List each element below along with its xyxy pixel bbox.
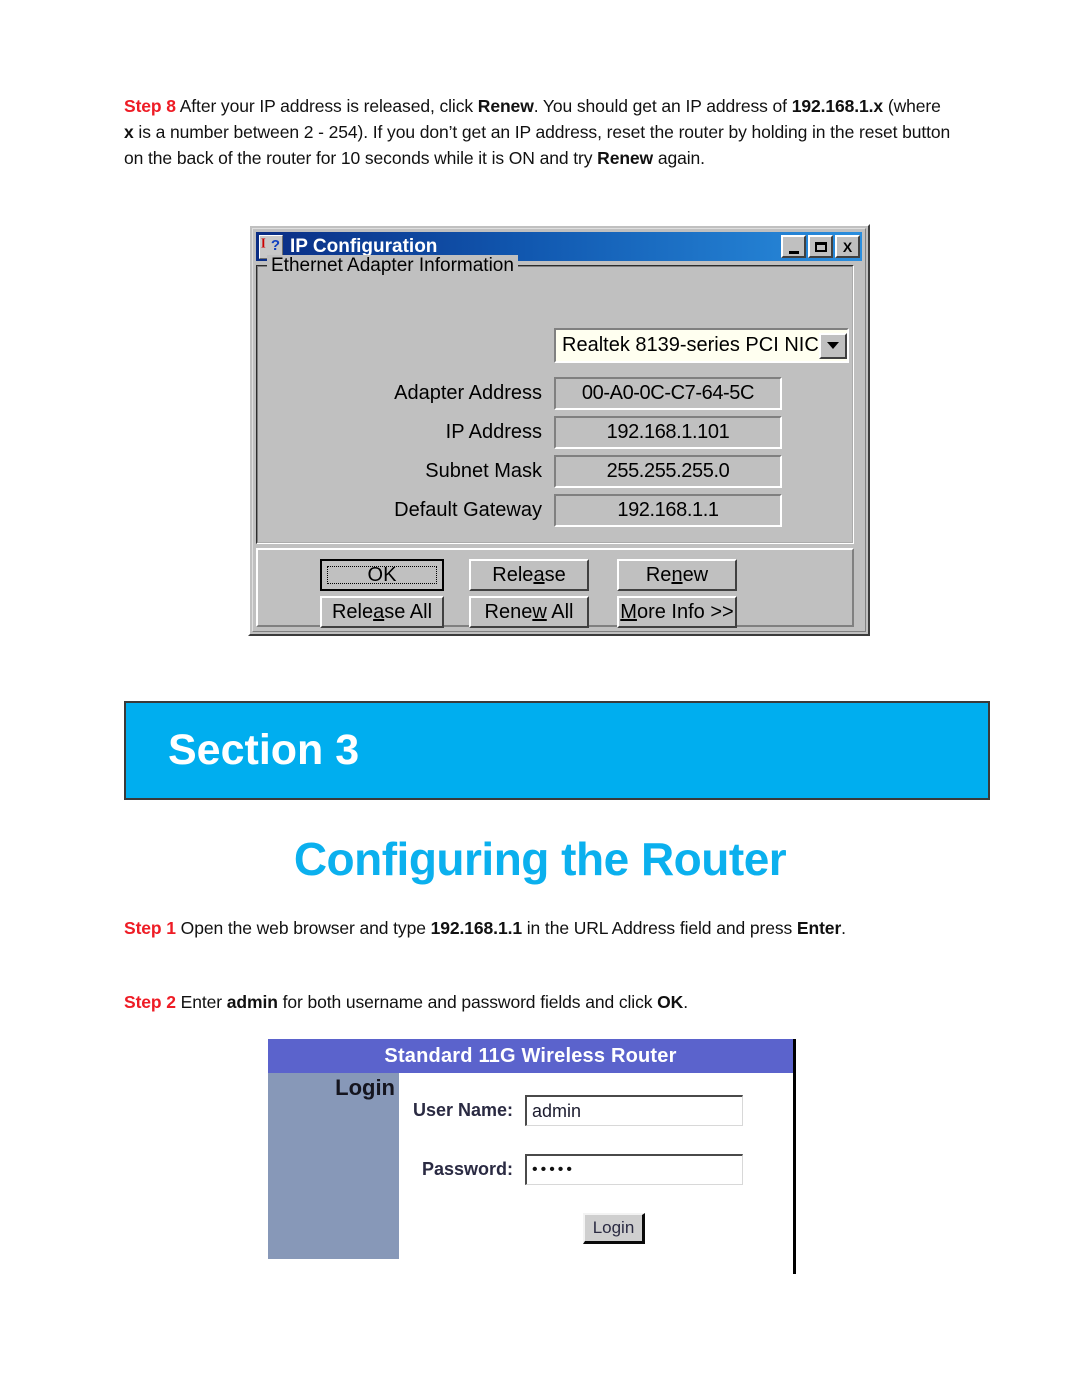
ethernet-adapter-groupbox: Ethernet Adapter Information Realtek 813… <box>256 255 854 544</box>
close-icon: X <box>842 238 853 255</box>
renew-button-label: Renew <box>645 563 709 586</box>
step8-x-var: x <box>124 122 134 142</box>
ip-configuration-dialog: I ? IP Configuration X Ethernet Adapter … <box>248 224 870 636</box>
release-all-button-label: Release All <box>331 600 433 623</box>
step1-label: Step 1 <box>124 918 176 938</box>
subnet-mask-value: 255.255.255.0 <box>554 455 782 488</box>
step2-label: Step 2 <box>124 992 176 1012</box>
step8-text-d: (where <box>883 96 941 116</box>
title-bar-buttons: X <box>781 235 860 258</box>
icon-question-mark: ? <box>270 236 280 254</box>
ok-button-focus-ring: OK <box>327 563 437 586</box>
step1-paragraph: Step 1 Open the web browser and type 192… <box>124 915 962 941</box>
renew-all-button[interactable]: Renew All <box>469 596 589 628</box>
sidebar-item-login[interactable]: Login <box>335 1075 395 1100</box>
step1-text-a: Open the web browser and type <box>175 918 431 938</box>
field-row-ip-address: IP Address 192.168.1.101 <box>314 416 849 449</box>
more-info-button-label: More Info >> <box>620 600 734 623</box>
step1-text-e: . <box>841 918 846 938</box>
adapter-select-value: Realtek 8139-series PCI NIC <box>562 334 819 356</box>
step8-text-f: again. <box>653 148 705 168</box>
router-body: Login User Name: admin Password: ••••• L… <box>268 1073 793 1259</box>
step1-ip: 192.168.1.1 <box>430 918 522 938</box>
maximize-button[interactable] <box>808 235 833 258</box>
router-login-panel: Standard 11G Wireless Router Login User … <box>268 1039 796 1274</box>
step8-renew-bold-2: Renew <box>597 148 654 168</box>
password-row: Password: ••••• <box>407 1154 743 1185</box>
release-all-button[interactable]: Release All <box>320 596 444 628</box>
adapter-select[interactable]: Realtek 8139-series PCI NIC <box>554 328 849 363</box>
adapter-address-value: 00-A0-0C-C7-64-5C <box>554 377 782 410</box>
dialog-inner-frame: I ? IP Configuration X Ethernet Adapter … <box>252 228 866 632</box>
release-button[interactable]: Release <box>469 559 589 591</box>
document-page: Step 8 After your IP address is released… <box>0 0 1080 1397</box>
router-login-form: User Name: admin Password: ••••• Login <box>399 1073 793 1259</box>
subnet-mask-label: Subnet Mask <box>425 460 542 482</box>
step2-text-e: . <box>683 992 688 1012</box>
router-sidebar: Login <box>268 1073 399 1259</box>
password-masked-value: ••••• <box>532 1161 576 1178</box>
step8-paragraph: Step 8 After your IP address is released… <box>124 93 952 171</box>
section-banner: Section 3 <box>124 701 990 800</box>
release-button-label: Release <box>492 563 566 586</box>
password-input[interactable]: ••••• <box>525 1154 743 1185</box>
maximize-icon <box>810 237 831 256</box>
step2-paragraph: Step 2 Enter admin for both username and… <box>124 989 962 1015</box>
step8-label: Step 8 <box>124 96 176 116</box>
minimize-button[interactable] <box>781 235 806 258</box>
step8-text-a: After your IP address is released, click <box>175 96 478 116</box>
section-banner-text: Section 3 <box>168 726 360 774</box>
step1-enter: Enter <box>796 918 842 938</box>
login-button[interactable]: Login <box>583 1213 645 1244</box>
renew-all-button-label: Renew All <box>484 600 574 623</box>
username-row: User Name: admin <box>407 1095 743 1126</box>
username-label: User Name: <box>412 1100 513 1120</box>
router-header: Standard 11G Wireless Router <box>268 1039 793 1073</box>
default-gateway-label: Default Gateway <box>394 499 542 521</box>
field-row-subnet-mask: Subnet Mask 255.255.255.0 <box>314 455 849 488</box>
chevron-down-icon[interactable] <box>818 332 847 359</box>
renew-button[interactable]: Renew <box>617 559 737 591</box>
step8-text-c: . You should get an IP address of <box>533 96 792 116</box>
ok-button[interactable]: OK <box>320 559 444 591</box>
step8-ip-range: 192.168.1.x <box>791 96 884 116</box>
password-label: Password: <box>421 1159 513 1179</box>
step8-text-e: is a number between 2 - 254). If you don… <box>124 122 951 168</box>
adapter-address-label: Adapter Address <box>394 382 542 404</box>
ip-address-label: IP Address <box>445 421 542 443</box>
close-button[interactable]: X <box>835 235 860 258</box>
section-title: Configuring the Router <box>293 833 787 885</box>
username-input[interactable]: admin <box>525 1095 743 1126</box>
ip-address-value: 192.168.1.101 <box>554 416 782 449</box>
step8-renew-bold-1: Renew <box>477 96 534 116</box>
step2-admin: admin <box>226 992 278 1012</box>
dialog-button-panel: OK Release Renew Release All Renew All M… <box>256 548 854 628</box>
field-row-default-gateway: Default Gateway 192.168.1.1 <box>314 494 849 527</box>
field-row-adapter-address: Adapter Address 00-A0-0C-C7-64-5C <box>314 377 849 410</box>
default-gateway-value: 192.168.1.1 <box>554 494 782 527</box>
step2-ok: OK <box>657 992 684 1012</box>
step1-text-c: in the URL Address field and press <box>521 918 797 938</box>
minimize-icon <box>783 237 804 256</box>
icon-ip-letters: I <box>261 234 266 251</box>
step2-text-a: Enter <box>175 992 227 1012</box>
ok-button-label: OK <box>367 563 397 586</box>
groupbox-title: Ethernet Adapter Information <box>267 255 518 277</box>
more-info-button[interactable]: More Info >> <box>617 596 737 628</box>
step2-text-c: for both username and password fields an… <box>277 992 658 1012</box>
